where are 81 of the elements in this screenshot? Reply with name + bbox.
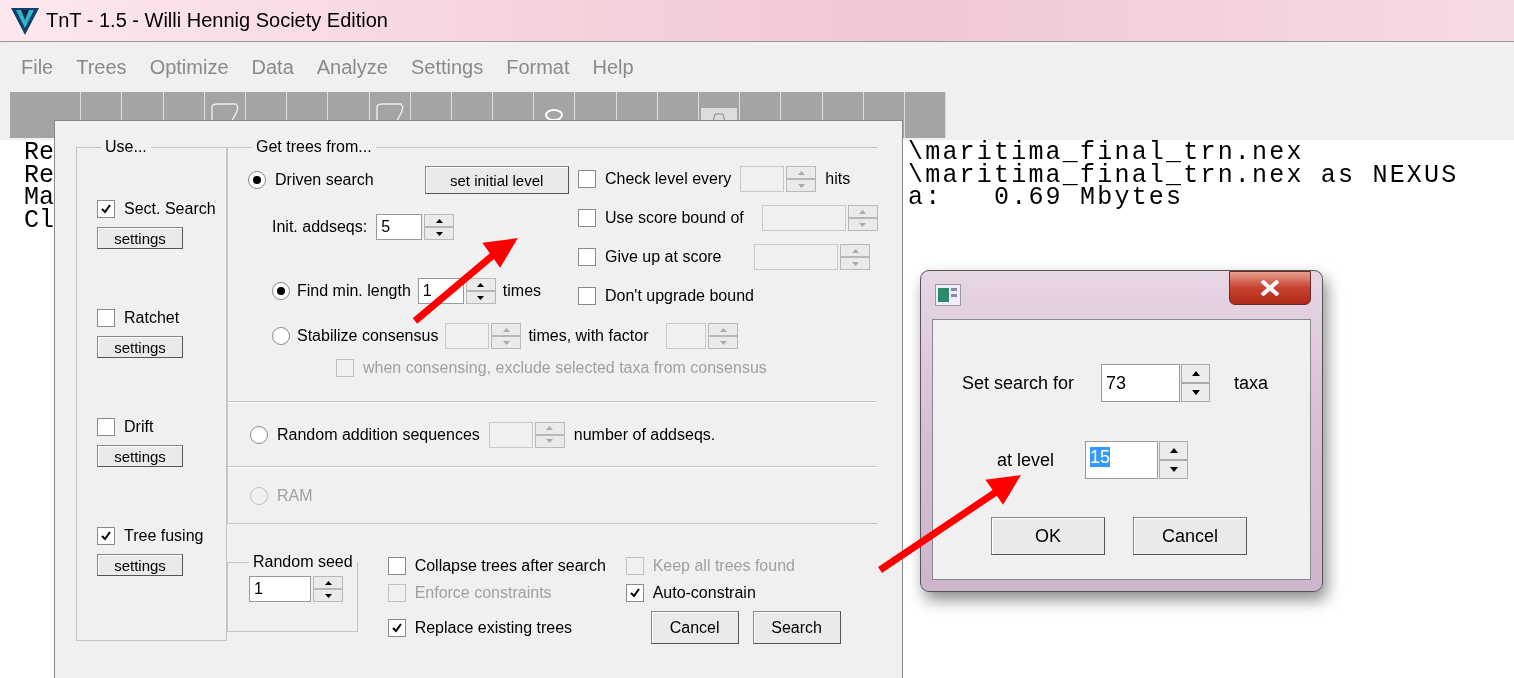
console-line: Cl — [24, 209, 55, 232]
group-title: Get trees from... — [255, 138, 373, 156]
number-field[interactable] — [488, 421, 533, 448]
checkbox-label: Drift — [124, 418, 154, 436]
checkbox[interactable] — [387, 618, 406, 637]
eye-icon — [545, 109, 564, 121]
radio-label: RAM — [277, 486, 313, 505]
checkbox[interactable] — [625, 584, 644, 602]
dialog-button[interactable]: Search — [752, 611, 841, 644]
checkbox-label: when consensing, exclude selected taxa from consensus — [363, 359, 767, 377]
checkbox[interactable] — [578, 287, 596, 305]
spin-buttons[interactable] — [1159, 441, 1189, 479]
checkbox[interactable] — [578, 209, 596, 227]
number-field[interactable]: 73 — [1101, 364, 1181, 402]
number-field[interactable]: 5 — [376, 214, 423, 240]
group-title: Use... — [104, 138, 148, 156]
check-icon — [628, 587, 641, 599]
checkbox-label: Enforce constraints — [414, 584, 552, 602]
radio-label: Driven search — [275, 171, 374, 189]
radio-label: Find min. length — [297, 282, 411, 300]
spin-buttons[interactable] — [313, 576, 343, 602]
checkbox-label: Replace existing trees — [414, 618, 573, 637]
unit-label: times, with factor — [528, 327, 649, 345]
number-field[interactable]: 1 — [249, 576, 311, 602]
checkbox[interactable] — [97, 309, 115, 327]
console-line: Re — [24, 142, 55, 165]
number-field[interactable] — [761, 205, 846, 231]
dialog-button[interactable]: Cancel — [1133, 517, 1247, 555]
settings-button[interactable]: settings — [97, 445, 183, 467]
unit-label: number of addseqs. — [573, 425, 716, 444]
settings-button[interactable]: settings — [97, 554, 183, 576]
unit-label: times — [502, 282, 542, 300]
checkbox-label: Keep all trees found — [652, 557, 795, 575]
number-field[interactable] — [754, 244, 838, 270]
radio-label: Random addition sequences — [277, 425, 480, 444]
dialog-button[interactable]: OK — [991, 517, 1105, 555]
unit-label: taxa — [1234, 372, 1269, 394]
radio-label: Stabilize consensus — [297, 327, 439, 345]
checkbox-label: Check level every — [605, 170, 732, 188]
close-icon — [1259, 280, 1281, 296]
checkbox-label: Use score bound of — [605, 209, 744, 227]
check-icon — [100, 530, 112, 542]
checkbox-label: Collapse trees after search — [414, 557, 606, 575]
settings-button[interactable]: settings — [97, 227, 183, 249]
number-field[interactable] — [666, 323, 707, 349]
radio-button[interactable] — [272, 327, 290, 345]
checkbox[interactable] — [97, 418, 115, 436]
checkbox-label: Give up at score — [605, 248, 722, 266]
settings-button[interactable]: settings — [97, 336, 183, 358]
group-title: Random seed — [252, 553, 354, 571]
checkbox-label: Auto-constrain — [652, 584, 756, 602]
checkbox-label: Ratchet — [124, 309, 180, 327]
window-icon — [935, 284, 961, 306]
checkbox[interactable] — [578, 170, 596, 188]
checkbox-label: Sect. Search — [124, 200, 216, 218]
spin-buttons[interactable] — [1181, 364, 1211, 402]
unit-label: hits — [825, 170, 851, 188]
close-button[interactable] — [1229, 271, 1311, 305]
window-title: TnT - 1.5 - Willi Hennig Society Edition — [46, 9, 388, 32]
checkbox-label: Don't upgrade bound — [605, 287, 754, 305]
dialog-button[interactable]: Cancel — [650, 611, 739, 644]
checkbox[interactable] — [97, 200, 115, 218]
number-field[interactable] — [740, 166, 785, 192]
radio-button[interactable] — [250, 425, 268, 444]
check-icon — [390, 621, 403, 634]
spin-buttons[interactable] — [424, 214, 455, 240]
number-field[interactable] — [445, 323, 490, 349]
radio-button[interactable] — [272, 282, 290, 300]
spin-buttons[interactable] — [465, 278, 496, 304]
logo-icon — [10, 5, 40, 36]
radio-button[interactable] — [248, 171, 266, 189]
checkbox[interactable] — [578, 248, 596, 266]
console-line: Re — [24, 164, 55, 187]
checkbox-label: Tree fusing — [124, 527, 204, 545]
field-label: Set search for — [962, 372, 1075, 394]
checkbox[interactable] — [97, 527, 115, 545]
check-icon — [100, 203, 112, 215]
checkbox[interactable] — [387, 557, 406, 575]
set-level-button[interactable]: set initial level — [424, 166, 569, 194]
field-label: Init. addseqs: — [272, 218, 368, 236]
field-label: at level — [997, 449, 1055, 471]
